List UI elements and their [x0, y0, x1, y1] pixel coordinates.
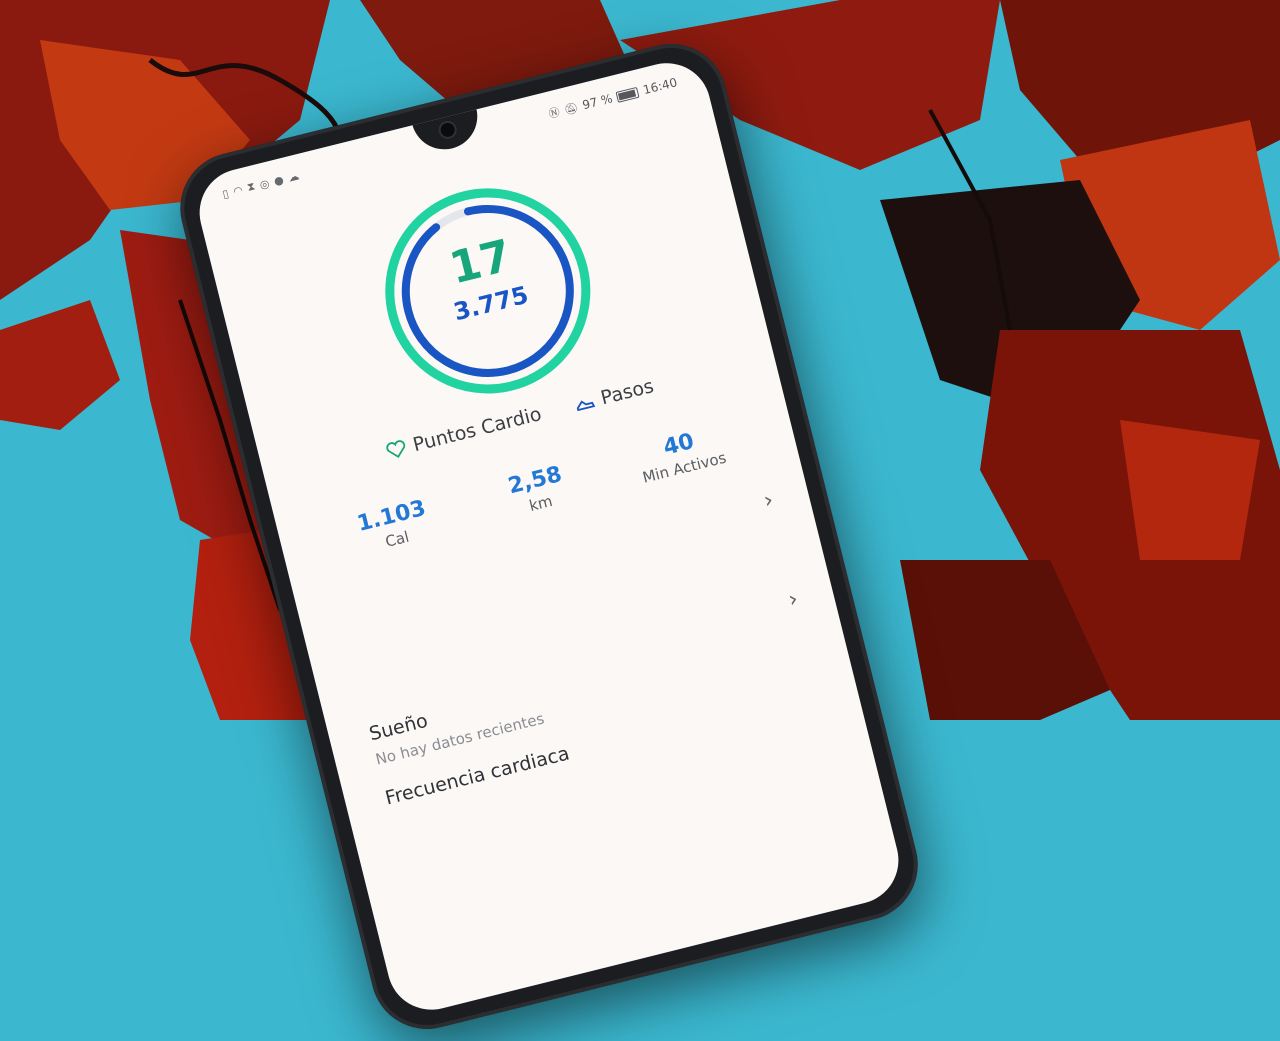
- wifi-icon: ◠: [231, 182, 245, 198]
- battery-icon: [615, 86, 640, 103]
- chevron-right-icon[interactable]: ›: [761, 488, 776, 514]
- heart-icon: [386, 440, 406, 458]
- metric-calories: 1.103 Cal: [335, 491, 453, 561]
- mute-icon: 🔕︎: [562, 100, 580, 117]
- sim-icon: ▯: [220, 186, 231, 201]
- legend-cardio: Puntos Cardio: [384, 403, 544, 463]
- metric-distance: 2,58 km: [479, 455, 597, 525]
- nfc-icon: Ⓝ: [547, 105, 562, 121]
- legend-steps: Pasos: [571, 375, 656, 416]
- daily-metrics[interactable]: 1.103 Cal 2,58 km 40 Min Activos: [317, 415, 759, 566]
- instagram-icon: ◎: [258, 176, 271, 192]
- activity-rings[interactable]: 17 3.775: [361, 164, 616, 419]
- status-bar-right: Ⓝ 🔕︎ 97 % 16:40: [547, 74, 679, 121]
- sleep-title: Sueño: [367, 709, 431, 746]
- shoes-icon: [576, 400, 596, 412]
- front-camera: [439, 121, 457, 139]
- battery-percent: 97 %: [580, 91, 614, 113]
- legend-steps-label: Pasos: [598, 375, 656, 410]
- hourglass-icon: ⧗: [245, 179, 257, 194]
- cloud-icon: ☁: [286, 168, 301, 185]
- chevron-right-icon[interactable]: ›: [786, 587, 801, 613]
- clock: 16:40: [641, 75, 679, 98]
- status-bar-left: ▯ ◠ ⧗ ◎ ● ☁: [221, 168, 301, 201]
- facebook-icon: ●: [272, 172, 285, 188]
- metric-active-minutes: 40 Min Activos: [622, 419, 740, 489]
- notch: [412, 107, 485, 157]
